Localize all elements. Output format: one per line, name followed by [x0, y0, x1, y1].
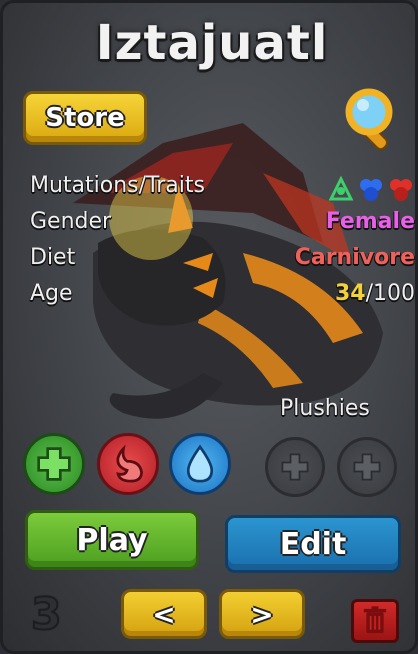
green-trait-icon: [327, 175, 355, 203]
age-row: Age 34/100: [30, 281, 415, 317]
diet-row: Diet Carnivore: [30, 245, 415, 281]
diet-label: Diet: [30, 245, 76, 270]
blue-trait-icon: [357, 175, 385, 203]
plushie-slot-2[interactable]: [337, 437, 397, 497]
age-current: 34: [334, 281, 366, 306]
stomach-icon[interactable]: [97, 433, 159, 495]
mutations-row: Mutations/Traits: [30, 173, 415, 209]
store-button[interactable]: Store: [23, 91, 147, 145]
next-button[interactable]: >: [219, 589, 305, 639]
plushie-slot-1[interactable]: [265, 437, 325, 497]
age-label: Age: [30, 281, 73, 306]
water-drop-icon[interactable]: [169, 433, 231, 495]
diet-value: Carnivore: [294, 245, 415, 270]
mutations-label: Mutations/Traits: [30, 173, 205, 198]
red-trait-icon: [387, 175, 415, 203]
gender-row: Gender Female: [30, 209, 415, 245]
plushies-label: Plushies: [280, 396, 370, 421]
creature-name: Iztajuatl: [95, 15, 329, 71]
age-max: /100: [365, 281, 415, 306]
gender-label: Gender: [30, 209, 112, 234]
slot-number: 3: [30, 588, 63, 641]
magnifier-icon[interactable]: [339, 85, 405, 151]
age-value: 34/100: [335, 281, 415, 306]
plus-icon[interactable]: [23, 433, 85, 495]
creature-card: Iztajuatl Store Mutations/Traits Gender …: [0, 0, 418, 654]
trash-icon[interactable]: [351, 599, 399, 643]
gender-value: Female: [325, 209, 415, 234]
mutation-icons: [327, 175, 415, 203]
edit-button[interactable]: Edit: [225, 515, 401, 573]
previous-button[interactable]: <: [121, 589, 207, 639]
stats-panel: Mutations/Traits Gender Female Diet Carn…: [30, 173, 415, 317]
play-button[interactable]: Play: [25, 510, 199, 570]
